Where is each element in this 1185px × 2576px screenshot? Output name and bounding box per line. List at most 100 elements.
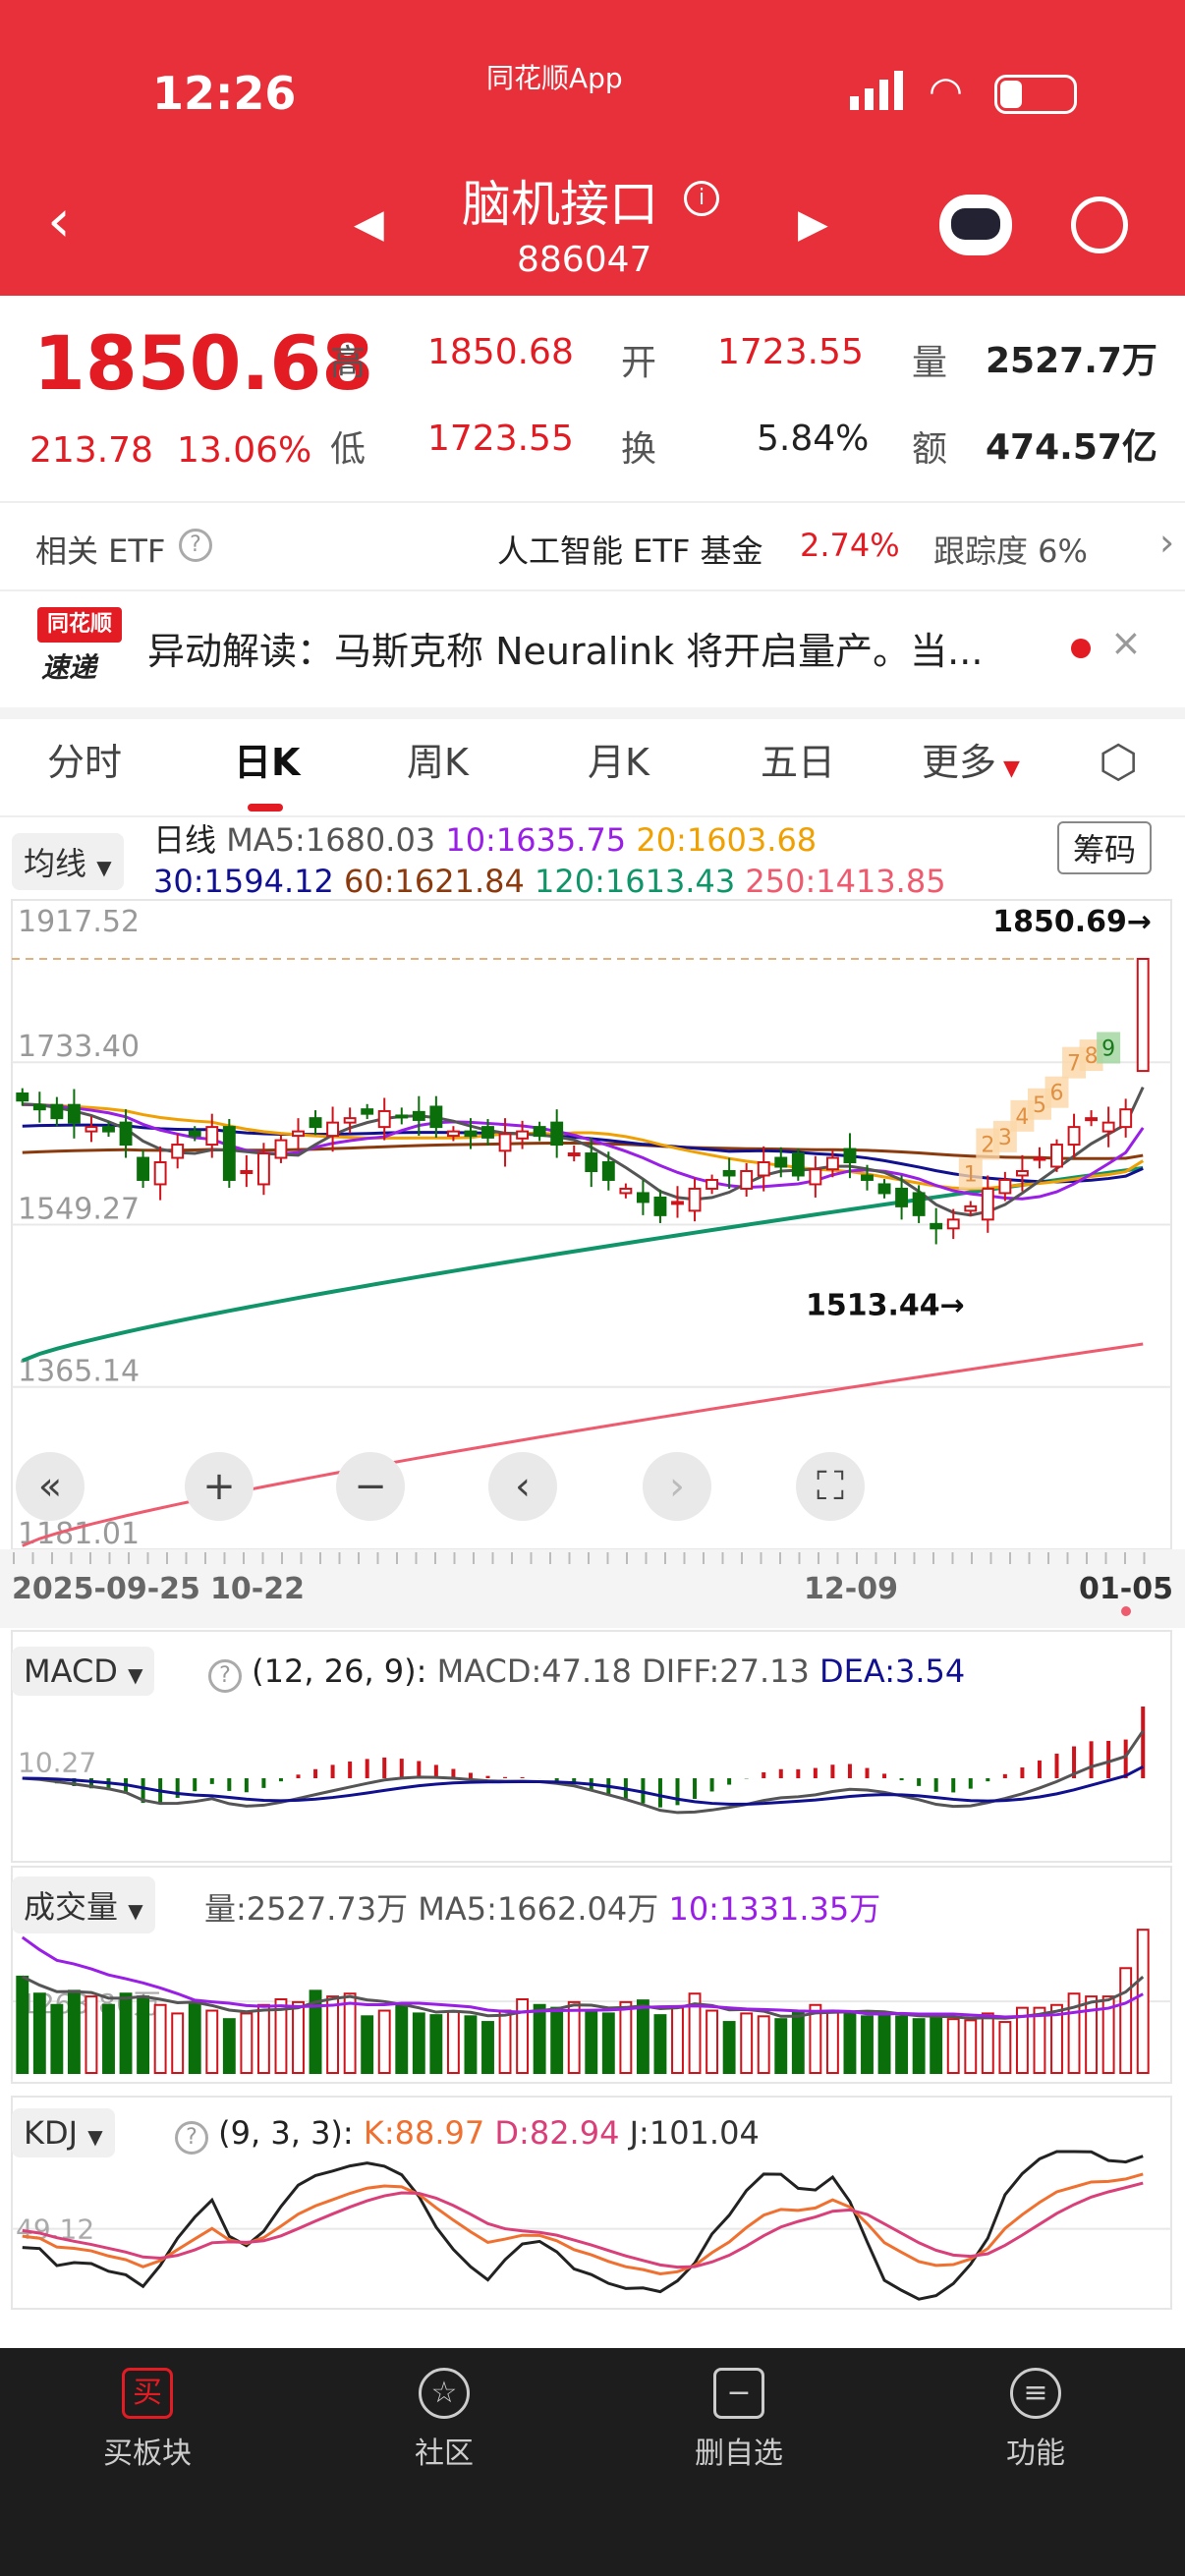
volume-bar — [998, 2021, 1012, 2074]
candle — [516, 1130, 530, 1140]
back-icon[interactable]: ‹ — [47, 187, 71, 255]
etf-tracking: 跟踪度 6% — [933, 532, 1088, 570]
ma20-value: 20:1603.68 — [636, 821, 818, 859]
volume-bar — [498, 2009, 512, 2074]
star-icon: ☆ — [419, 2368, 470, 2419]
related-etf-row[interactable]: 相关 ETF ? 人工智能 ETF 基金 2.74% 跟踪度 6% › — [0, 503, 1185, 589]
next-stock-icon[interactable]: ▶ — [798, 201, 828, 247]
tab-daily-k[interactable]: 日K — [234, 732, 300, 786]
candle — [740, 1169, 754, 1190]
scroll-left-button[interactable]: ‹ — [488, 1452, 557, 1521]
candle — [895, 1187, 909, 1207]
volume-bar — [1033, 2006, 1046, 2074]
volume-bar — [481, 2021, 494, 2074]
y-tick-label: 1733.40 — [18, 1030, 140, 1064]
td-count-label: 2 — [981, 1133, 994, 1157]
candle — [412, 1110, 425, 1121]
tab-weekly-k[interactable]: 周K — [407, 732, 469, 786]
candle — [653, 1196, 667, 1216]
j-value: J:101.04 — [629, 2114, 760, 2152]
status-time: 12:26 — [152, 67, 297, 120]
ma-legend: 日线 MA5:1680.03 10:1635.75 20:1603.68 30:… — [153, 819, 946, 902]
nav-remove-watchlist[interactable]: − 删自选 — [641, 2368, 837, 2472]
period-label: 日线 — [153, 821, 217, 859]
td-count-label: 6 — [1050, 1082, 1064, 1106]
volume-bar — [843, 2012, 857, 2075]
help-icon[interactable]: ? — [179, 529, 212, 562]
search-icon[interactable] — [1071, 196, 1128, 253]
d-value: D:82.94 — [494, 2114, 620, 2152]
candle — [498, 1133, 512, 1152]
y-tick-label: 1365.14 — [18, 1355, 140, 1389]
volume-bar — [946, 2018, 960, 2074]
macd-selector[interactable]: MACD ▼ — [12, 1647, 155, 1696]
nav-buy-sector[interactable]: 买买板块 — [49, 2368, 246, 2472]
candle — [998, 1178, 1012, 1195]
scroll-right-button[interactable]: › — [643, 1452, 711, 1521]
volume-legend: 量:2527.73万 MA5:1662.04万 10:1331.35万 — [204, 1884, 880, 1930]
candle — [205, 1126, 219, 1147]
nav-community[interactable]: ☆ 社区 — [346, 2368, 542, 2472]
k-value: K:88.97 — [363, 2114, 485, 2152]
volume-bar — [809, 2003, 822, 2075]
amount-label: 额 — [912, 429, 948, 470]
help-icon[interactable]: ? — [175, 2121, 208, 2155]
candle — [791, 1152, 805, 1177]
nav-label: 删自选 — [695, 2436, 783, 2471]
kdj-selector[interactable]: KDJ ▼ — [12, 2108, 115, 2157]
zoom-out-button[interactable]: − — [336, 1452, 405, 1521]
td-count-label: 5 — [1033, 1093, 1046, 1118]
volume-bar — [1085, 1995, 1099, 2074]
candle — [1050, 1144, 1063, 1168]
candle — [256, 1152, 270, 1186]
macd-legend: ? (12, 26, 9): MACD:47.18 DIFF:27.13 DEA… — [208, 1652, 965, 1693]
ma-selector-label: 均线 — [24, 845, 87, 882]
info-icon[interactable]: i — [684, 181, 719, 216]
volume-bar — [653, 2014, 667, 2074]
price-change-pct: 13.06% — [177, 430, 312, 471]
settings-icon[interactable]: ⬡ — [1099, 735, 1138, 788]
candle — [688, 1187, 702, 1212]
price-change: 213.78 — [29, 430, 153, 471]
tab-more[interactable]: 更多 ▼ — [922, 732, 1020, 786]
volume-bar — [636, 1999, 649, 2074]
news-logo-sub: 速递 — [41, 651, 97, 684]
tab-five-day[interactable]: 五日 — [761, 732, 835, 786]
volume-bar — [102, 2003, 115, 2075]
volume-bar — [861, 2015, 874, 2075]
dea-value: DEA:3.54 — [819, 1652, 966, 1690]
candle — [1033, 1156, 1046, 1161]
td-count-label: 9 — [1101, 1036, 1115, 1061]
ma120-value: 120:1613.43 — [535, 863, 736, 900]
volume-bar — [601, 2012, 615, 2075]
close-icon[interactable]: × — [1110, 621, 1142, 664]
volume-bar — [412, 2012, 425, 2075]
nav-functions[interactable]: ≡ 功能 — [937, 2368, 1134, 2472]
fullscreen-button[interactable]: ⛶ — [796, 1452, 865, 1521]
candle — [705, 1178, 719, 1190]
candle — [912, 1192, 926, 1216]
volume-bar — [326, 1995, 340, 2074]
candle — [377, 1109, 391, 1129]
volume-bar — [256, 2003, 270, 2075]
tab-more-label: 更多 — [922, 741, 997, 784]
date-label: 2025-09-25 — [12, 1572, 200, 1606]
candle — [964, 1204, 978, 1212]
zoom-out-far-button[interactable]: « — [16, 1452, 85, 1521]
news-banner[interactable]: 同花顺 速递 异动解读：马斯克称 Neuralink 将开启量产。当... × — [0, 591, 1185, 707]
ma120-line — [22, 1165, 1144, 1363]
help-icon[interactable]: ? — [208, 1659, 242, 1693]
min-price-label: 1513.44→ — [806, 1289, 965, 1323]
robot-assistant-icon[interactable] — [939, 195, 1012, 255]
volume-bar — [740, 2012, 754, 2075]
amount-value: 474.57亿 — [986, 427, 1157, 468]
zoom-in-button[interactable]: + — [185, 1452, 254, 1521]
ma-selector[interactable]: 均线 ▼ — [12, 833, 124, 890]
turnover-value: 5.84% — [757, 419, 870, 459]
tab-monthly-k[interactable]: 月K — [588, 732, 649, 786]
candle — [188, 1130, 201, 1138]
prev-stock-icon[interactable]: ◀ — [354, 201, 384, 247]
chip-distribution-button[interactable]: 筹码 — [1057, 821, 1153, 874]
volume-selector[interactable]: 成交量 ▼ — [12, 1876, 155, 1933]
tab-intraday[interactable]: 分时 — [47, 732, 122, 786]
